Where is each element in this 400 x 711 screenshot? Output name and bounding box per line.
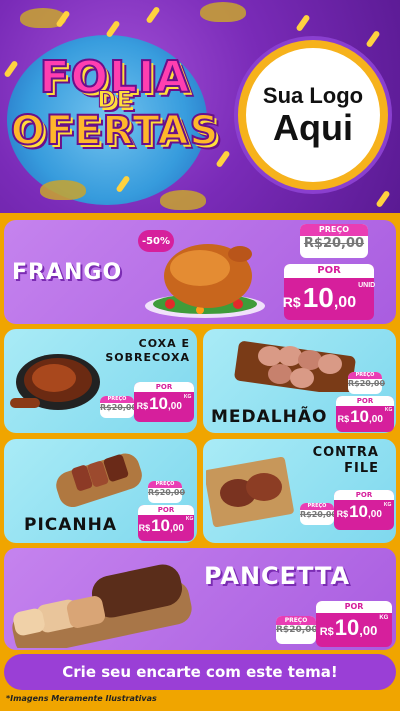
campaign-logo-line3: OFERTAS [10,107,220,155]
cta-banner: Crie seu encarte com este tema! [4,654,396,690]
sliced-picanha-icon [56,453,142,507]
price-decimal: ,00 [170,523,184,534]
price-integer: 10 [349,502,369,521]
old-price-label: PREÇO [148,481,182,488]
carnival-mask-icon [200,2,246,22]
old-price-label: PREÇO [348,372,382,379]
price-decimal: ,00 [369,414,383,425]
steak-board-icon [206,456,294,527]
price-decimal: ,00 [368,509,382,520]
carnival-mask-icon [160,190,206,210]
new-price-tag: POR R$ 10 ,00 KG [336,396,394,432]
carnival-mask-icon [40,180,86,200]
old-price-tag: PREÇO R$20,00 [300,224,368,258]
brand-logo-placeholder: Sua Logo Aqui [238,40,388,190]
new-price-label: POR [138,505,194,515]
product-name: MEDALHÃO [211,407,328,427]
price-integer: 10 [302,282,334,313]
price-decimal: ,00 [333,294,357,311]
price-integer: 10 [149,394,169,413]
old-price-value: R$20,00 [348,379,386,388]
roasted-pancetta-icon [12,564,192,648]
currency-symbol: R$ [337,414,350,424]
old-price-tag: PREÇO R$20,00 [348,372,386,394]
price-integer: 10 [151,516,171,535]
new-price-label: POR [334,490,394,500]
old-price-value: R$20,00 [303,236,365,251]
cta-text: Crie seu encarte com este tema! [62,663,338,681]
old-price-label: PREÇO [300,503,334,510]
old-price-value: R$20,00 [100,403,138,412]
old-price-value: R$20,00 [300,510,338,519]
price-unit: KG [379,615,389,621]
product-name-line1: COXA E [138,337,190,350]
old-price-tag: PREÇO R$20,00 [276,616,318,644]
brand-logo-line2: Aqui [273,107,353,149]
confetti-icon [295,13,311,33]
old-price-value: R$20,00 [148,488,186,497]
price-decimal: ,00 [359,623,378,638]
confetti-icon [365,29,381,49]
new-price-label: POR [284,264,374,278]
new-price-label: POR [134,382,194,392]
currency-symbol: R$ [138,523,151,533]
new-price-tag: POR R$ 10 ,00 KG [334,490,394,530]
product-name: FRANGO [12,260,123,285]
confetti-icon [145,5,161,25]
currency-symbol: R$ [319,626,334,638]
old-price-label: PREÇO [276,616,316,625]
product-name-line2: SOBRECOXA [105,351,190,364]
new-price-label: POR [336,396,394,406]
new-price-tag: POR R$ 10 ,00 KG [134,382,194,422]
old-price-tag: PREÇO R$20,00 [300,503,338,525]
price-unit: KG [185,516,194,522]
skewer-medallions-icon [234,341,356,392]
price-unit: KG [183,394,192,400]
new-price-label: POR [316,601,392,613]
flyer-page: FOLIA DE OFERTAS Sua Logo Aqui FRANGO -5… [0,0,400,711]
product-name: PICANHA [24,515,118,535]
new-price-tag: POR R$ 10 ,00 KG [316,601,392,647]
product-name: PANCETTA [204,562,351,590]
old-price-value: R$20,00 [276,625,318,635]
disclaimer-text: *Imagens Meramente Ilustrativas [6,694,157,703]
price-unit: UNID [358,282,376,289]
currency-symbol: R$ [136,401,149,411]
old-price-label: PREÇO [100,396,134,403]
new-price-tag: POR R$ 10 ,00 KG [138,505,194,541]
old-price-tag: PREÇO R$20,00 [148,481,186,503]
product-name-line1: CONTRA [312,445,379,460]
price-decimal: ,00 [168,401,182,412]
old-price-tag: PREÇO R$20,00 [100,396,138,418]
product-name-line2: FILE [344,461,379,476]
chicken-leg-pan-icon [10,354,100,410]
old-price-label: PREÇO [300,224,368,236]
brand-logo-line1: Sua Logo [262,83,364,109]
price-unit: KG [384,407,393,413]
price-integer: 10 [350,407,370,426]
price-integer: 10 [334,615,360,640]
currency-symbol: R$ [336,509,349,519]
price-unit: KG [383,502,392,508]
header-banner: FOLIA DE OFERTAS Sua Logo Aqui [0,0,400,213]
new-price-tag: POR R$ 10 ,00 UNID [282,264,376,320]
roast-chicken-icon [145,244,265,318]
currency-symbol: R$ [282,294,301,310]
confetti-icon [375,189,391,209]
